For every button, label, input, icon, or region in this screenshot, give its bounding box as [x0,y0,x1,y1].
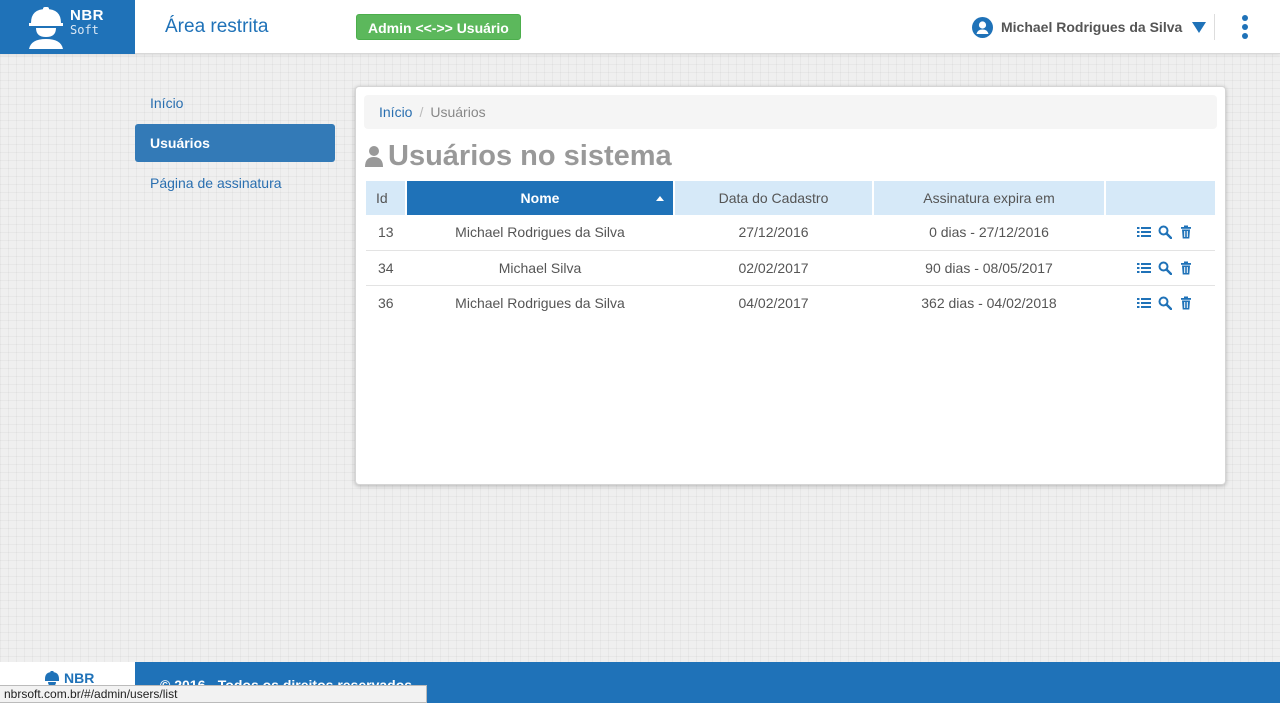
column-header-actions [1105,181,1215,215]
search-icon[interactable] [1158,225,1173,240]
cell-data-cadastro: 27/12/2016 [674,215,873,251]
column-header-data-cadastro[interactable]: Data do Cadastro [674,181,874,215]
user-name: Michael Rodrigues da Silva [1001,19,1183,35]
list-icon[interactable] [1137,225,1151,239]
user-menu[interactable]: Michael Rodrigues da Silva [972,15,1207,39]
footer-logo-text: NBR [64,670,95,686]
area-title: Área restrita [165,16,269,37]
users-panel: Início / Usuários Usuários no sistema Id N… [355,86,1226,485]
cell-assinatura-expira: 90 dias - 08/05/2017 [873,250,1105,286]
brand-logo[interactable]: NBR Soft [0,0,135,54]
logo-line2: Soft [70,23,99,37]
cell-actions [1105,285,1215,320]
user-icon [365,146,383,167]
sort-ascending-icon [656,196,664,201]
worker-helmet-icon [29,7,63,49]
chevron-down-icon[interactable] [1192,21,1207,33]
user-avatar-icon [972,16,993,38]
cell-nome: Michael Rodrigues da Silva [455,294,625,311]
more-options-icon[interactable] [1238,15,1252,41]
search-icon[interactable] [1158,261,1173,275]
browser-status-url: nbrsoft.com.br/#/admin/users/list [0,685,427,703]
header-divider [1214,14,1215,40]
breadcrumb: Início / Usuários [364,95,1217,129]
users-table: Id Nome Data do Cadastro Assinatura expi… [366,181,1215,320]
cell-id: 34 [366,250,406,286]
cell-actions [1105,250,1215,286]
breadcrumb-home-link[interactable]: Início [379,104,412,120]
trash-icon[interactable] [1179,225,1193,239]
column-header-nome-label: Nome [520,190,560,206]
cell-nome: Michael Rodrigues da Silva [406,215,674,251]
cell-id: 13 [366,215,406,251]
sidebar-item-inicio[interactable]: Início [135,84,335,122]
table-header-row: Id Nome Data do Cadastro Assinatura expi… [366,181,1215,215]
trash-icon[interactable] [1179,296,1193,310]
table-row: 13 Michael Rodrigues da Silva 27/12/2016… [366,215,1215,251]
cell-id: 36 [378,294,394,311]
logo-line1: NBR [70,7,104,24]
breadcrumb-separator: / [419,104,424,120]
cell-assinatura-expira: 362 dias - 04/02/2018 [921,294,1057,311]
sidebar-nav: Início Usuários Página de assinatura [135,84,335,204]
sidebar-item-usuarios[interactable]: Usuários [135,124,335,162]
list-icon[interactable] [1137,261,1151,275]
cell-assinatura-expira: 0 dias - 27/12/2016 [873,215,1105,251]
worker-helmet-icon [45,671,59,686]
table-row: 36 Michael Rodrigues da Silva 04/02/2017… [366,285,1215,320]
column-header-id[interactable]: Id [366,181,407,215]
page-title-text: Usuários no sistema [388,139,672,172]
cell-nome: Michael Silva [406,250,674,286]
top-header: NBR Soft Área restrita Admin <<->> Usuár… [0,0,1280,54]
sidebar-item-pagina-assinatura[interactable]: Página de assinatura [135,164,335,202]
cell-actions [1105,215,1215,251]
search-icon[interactable] [1158,296,1173,310]
column-header-assinatura-expira[interactable]: Assinatura expira em [873,181,1106,215]
admin-user-switch-button[interactable]: Admin <<->> Usuário [356,14,521,40]
cell-data-cadastro: 02/02/2017 [674,250,873,286]
table-row: 34 Michael Silva 02/02/2017 90 dias - 08… [366,250,1215,286]
list-icon[interactable] [1137,296,1151,310]
column-header-nome[interactable]: Nome [406,181,675,215]
trash-icon[interactable] [1179,261,1193,275]
page-title: Usuários no sistema [365,138,672,174]
cell-data-cadastro: 04/02/2017 [738,294,809,311]
breadcrumb-current: Usuários [430,104,486,120]
